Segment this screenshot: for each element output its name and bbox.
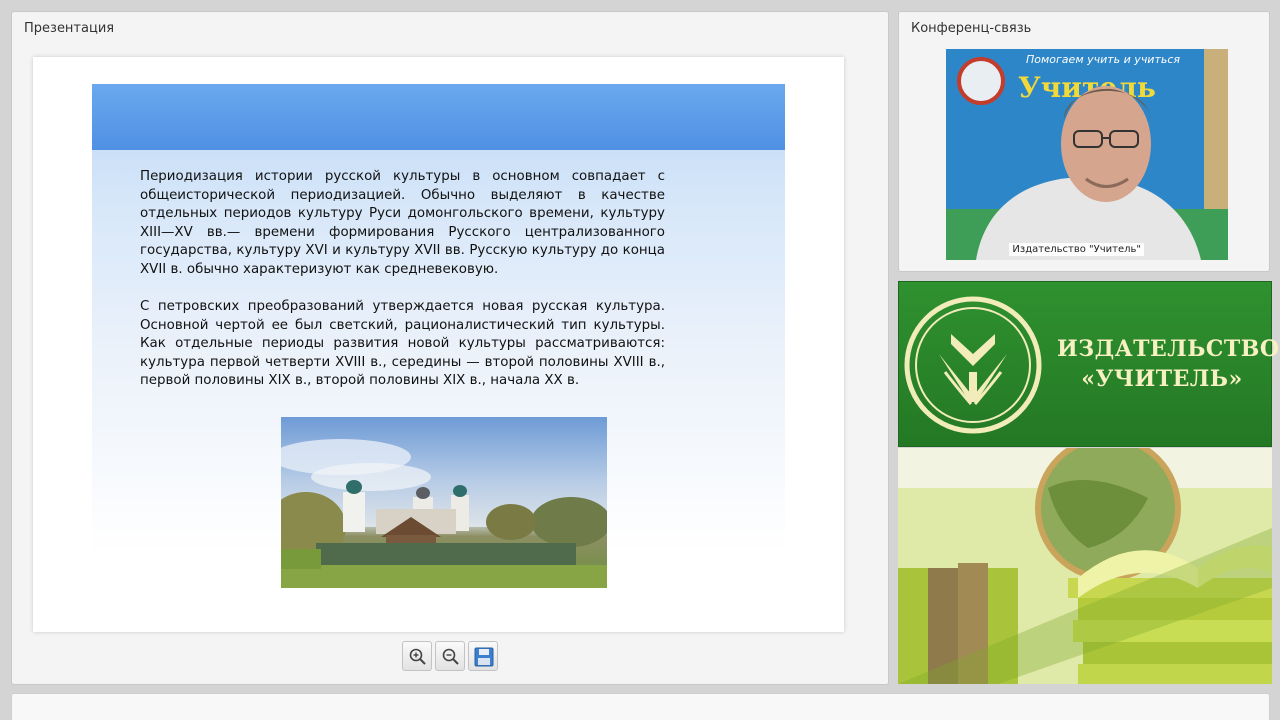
slide-viewport[interactable]: Периодизация истории русской культуры в … [33,57,844,632]
slide-photo-church-landscape [281,417,607,588]
slide: Периодизация истории русской культуры в … [92,84,785,604]
conference-title: Конференц-связь [911,21,1032,36]
video-banner-top: Помогаем учить и учиться [1026,53,1180,66]
banner-line-2: «УЧИТЕЛЬ» [1081,366,1243,392]
presentation-title: Презентация [24,21,115,36]
presentation-panel: Презентация Периодизация истории русской… [11,11,889,685]
zoom-out-icon [442,648,459,665]
save-button[interactable] [468,641,498,671]
save-icon [474,647,494,667]
webcam-video[interactable]: Помогаем учить и учиться Учитель Издател… [946,49,1228,260]
publisher-logo-icon [904,296,1042,434]
zoom-in-button[interactable] [402,641,432,671]
slide-paragraph-2: С петровских преобразований утверждается… [140,299,665,389]
books-globe-image [898,448,1272,684]
zoom-out-button[interactable] [435,641,465,671]
banner-line-1: ИЗДАТЕЛЬСТВО [1057,336,1280,362]
zoom-in-icon [409,648,426,665]
video-caption: Издательство "Учитель" [1009,243,1144,256]
slide-paragraph-1: Периодизация истории русской культуры в … [140,169,665,277]
publisher-banner: ИЗДАТЕЛЬСТВО «УЧИТЕЛЬ» [898,281,1280,447]
publisher-banner-text: ИЗДАТЕЛЬСТВО «УЧИТЕЛЬ» [1057,334,1280,394]
bottom-panel [11,693,1270,720]
slide-header-bar [92,84,785,150]
conference-panel: Конференц-связь Помогаем учить и учиться… [898,11,1270,272]
